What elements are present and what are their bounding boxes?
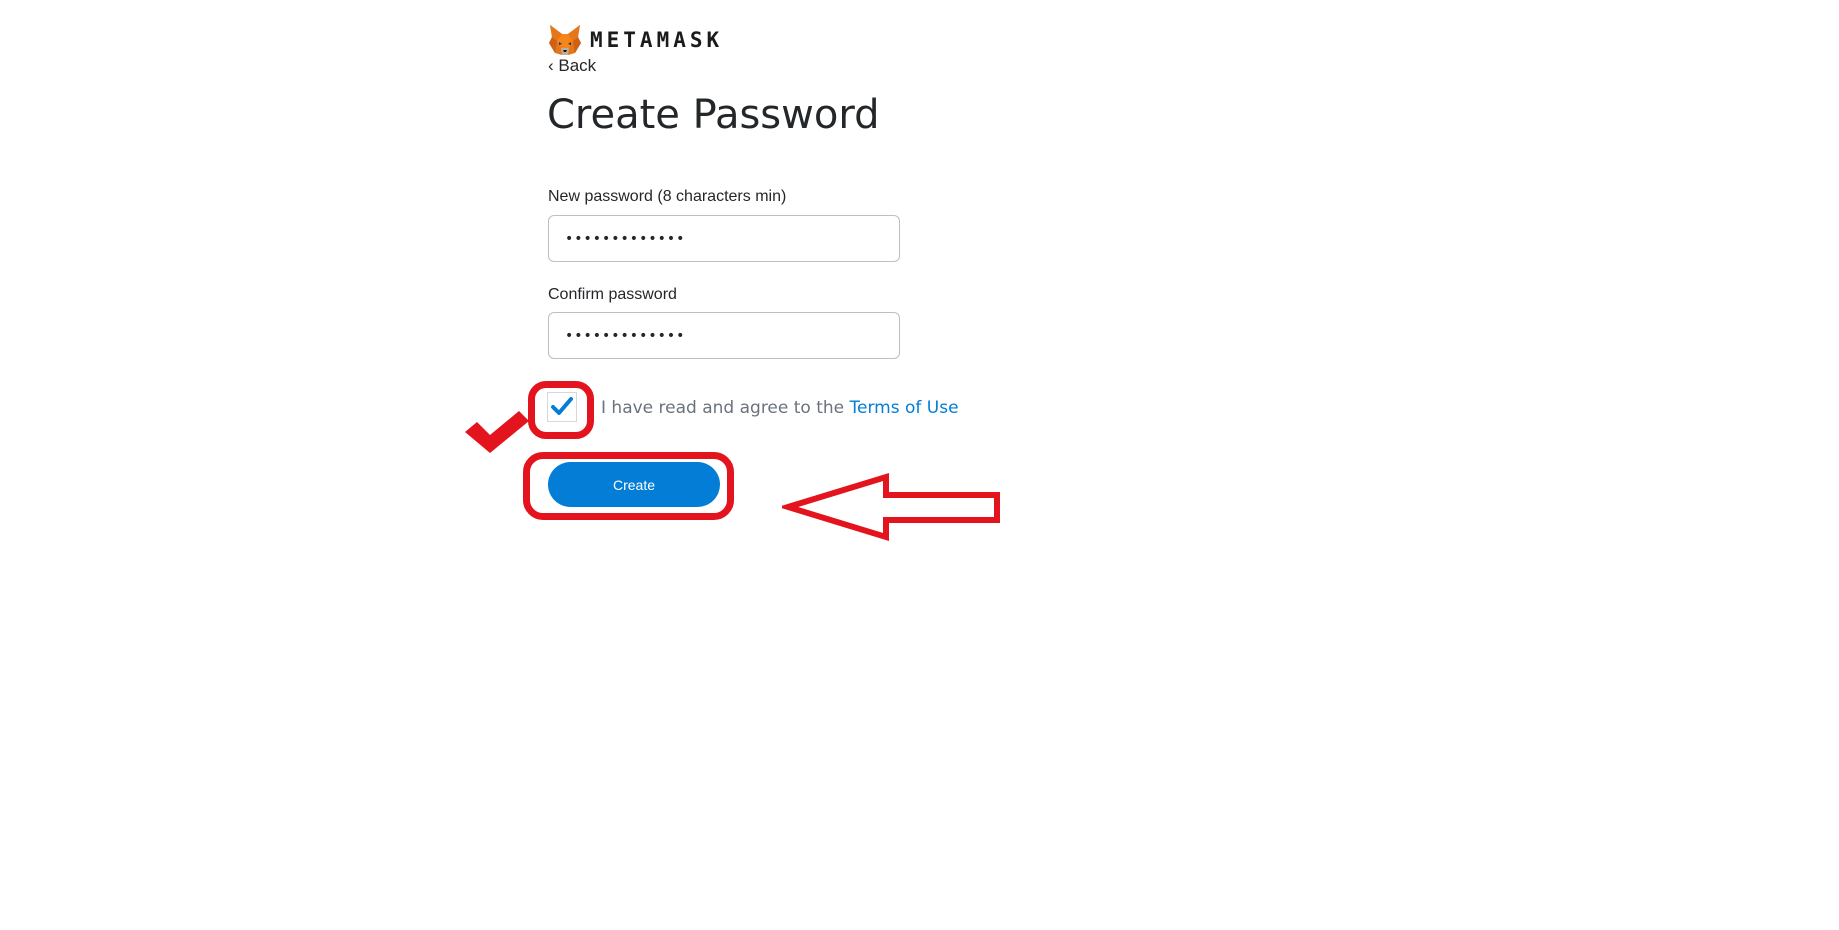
- confirm-password-input[interactable]: [548, 312, 900, 359]
- metamask-logo: METAMASK: [548, 24, 723, 56]
- red-arrow-annotation-icon: [782, 472, 1000, 542]
- new-password-label: New password (8 characters min): [548, 188, 787, 205]
- terms-checkbox[interactable]: [547, 392, 577, 422]
- red-check-annotation-icon: [465, 411, 529, 453]
- checkmark-icon: [551, 397, 573, 415]
- new-password-input[interactable]: [548, 215, 900, 262]
- create-password-page: METAMASK ‹ Back Create Password New pass…: [0, 0, 1839, 930]
- terms-of-use-link[interactable]: Terms of Use: [850, 398, 959, 418]
- confirm-password-label: Confirm password: [548, 286, 677, 303]
- terms-agreement-text: I have read and agree to the: [601, 398, 850, 418]
- metamask-wordmark: METAMASK: [590, 28, 724, 52]
- fox-icon: [549, 25, 581, 55]
- create-button[interactable]: Create: [548, 462, 720, 507]
- terms-agreement: I have read and agree to the Terms of Us…: [601, 398, 959, 418]
- page-title: Create Password: [547, 92, 880, 138]
- back-link[interactable]: ‹ Back: [548, 56, 596, 76]
